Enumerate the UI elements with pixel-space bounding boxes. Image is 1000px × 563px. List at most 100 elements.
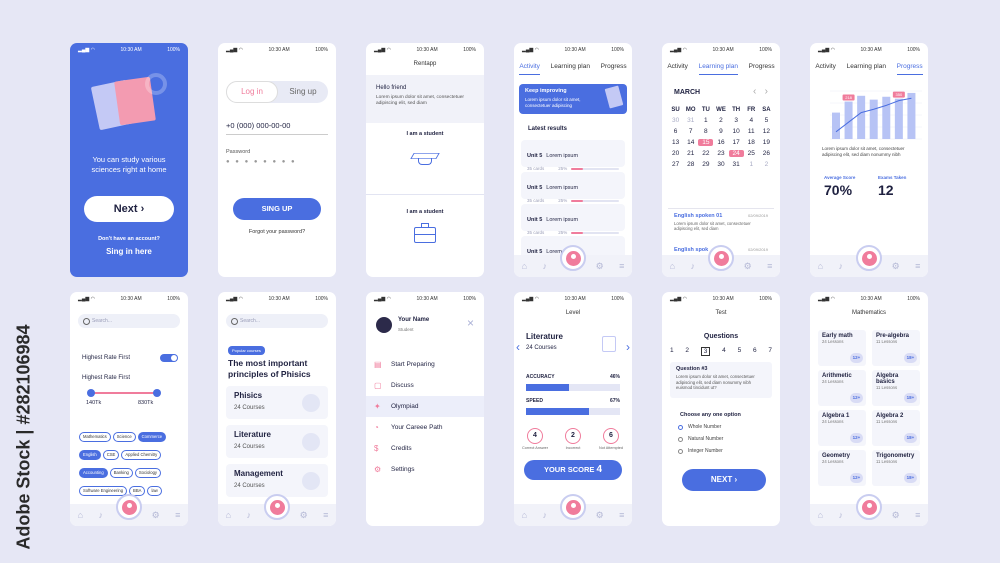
chevron-left-icon[interactable]: ‹ (516, 340, 520, 354)
calendar-day[interactable]: 6 (668, 128, 683, 135)
calendar-day[interactable]: 4 (744, 117, 759, 124)
calendar-day[interactable]: 23 (713, 150, 728, 157)
calendar-day[interactable]: 13 (668, 139, 683, 146)
avatar[interactable] (264, 494, 290, 520)
calendar-day[interactable]: 30 (713, 161, 728, 168)
question-number[interactable]: 5 (738, 347, 742, 356)
answer-option[interactable]: Integer Number (678, 448, 780, 454)
chevron-right-icon[interactable]: › (765, 86, 768, 97)
settings-icon[interactable]: ⚙ (300, 510, 308, 521)
calendar-day[interactable]: 17 (729, 139, 744, 146)
tab-signup[interactable]: Sing up (278, 81, 328, 103)
menu-icon[interactable]: ≡ (915, 261, 920, 271)
filter-chip[interactable]: Science (112, 431, 136, 442)
calendar-day[interactable]: 28 (683, 161, 698, 168)
math-topic-card[interactable]: Pre-algebra 11 Lessons 18+ (872, 330, 920, 366)
avatar[interactable] (560, 494, 586, 520)
settings-icon[interactable]: ⚙ (596, 510, 604, 521)
calendar-day[interactable]: 31 (683, 117, 698, 124)
bell-icon[interactable]: ♪ (246, 510, 251, 520)
chevron-left-icon[interactable]: ‹ (753, 86, 756, 97)
menu-icon[interactable]: ≡ (915, 510, 920, 520)
graduation-cap-icon[interactable]: ⌂ (226, 510, 231, 520)
menu-item[interactable]: ✦ Olympiad (366, 396, 484, 417)
menu-item[interactable]: ▢ Discuss (366, 375, 484, 396)
answer-option[interactable]: Natural Number (678, 436, 780, 442)
math-topic-card[interactable]: Algebra 2 11 Lessons 18+ (872, 410, 920, 446)
filter-chip[interactable]: Accounting (79, 467, 108, 478)
math-topic-card[interactable]: Arithmetic 24 Lessons 12+ (818, 370, 866, 406)
calendar-day[interactable]: 30 (668, 117, 683, 124)
tab-learning-plan[interactable]: Learning plan (698, 63, 738, 75)
tab-progress[interactable]: Progress (601, 63, 627, 75)
calendar-day[interactable]: 5 (759, 117, 774, 124)
bell-icon[interactable]: ♪ (690, 261, 695, 271)
filter-chip[interactable]: Commerce (137, 431, 167, 442)
calendar-day[interactable]: 11 (744, 128, 759, 135)
settings-icon[interactable]: ⚙ (596, 261, 604, 272)
avatar[interactable] (116, 494, 142, 520)
menu-item[interactable]: ◔ Your Careee Path (366, 417, 484, 438)
calendar-day[interactable]: 1 (744, 161, 759, 168)
search-input[interactable]: Search... (78, 314, 180, 328)
tab-login[interactable]: Log in (226, 81, 278, 103)
calendar-day[interactable]: 31 (729, 161, 744, 168)
filter-chip[interactable]: Applied Chemitry (121, 449, 162, 460)
calendar-day[interactable]: 24 (728, 150, 744, 157)
next-button[interactable]: Next › (84, 196, 174, 222)
calendar-day[interactable]: 3 (729, 117, 744, 124)
calendar-day[interactable]: 27 (668, 161, 683, 168)
toggle-switch[interactable] (160, 354, 178, 362)
next-button[interactable]: NEXT › (682, 469, 766, 491)
calendar-day[interactable]: 26 (759, 150, 774, 157)
menu-item[interactable]: $ Credits (366, 438, 484, 459)
password-field[interactable]: ● ● ● ● ● ● ● ● (226, 159, 297, 165)
math-topic-card[interactable]: Early math 24 Lessons 12+ (818, 330, 866, 366)
avatar[interactable] (560, 245, 586, 271)
question-number[interactable]: 1 (670, 347, 674, 356)
avatar[interactable] (856, 245, 882, 271)
bell-icon[interactable]: ♪ (838, 510, 843, 520)
unit-card[interactable]: Unit 5Lorem ipsum35 cards25% (521, 204, 625, 235)
settings-icon[interactable]: ⚙ (744, 261, 752, 272)
student-option-2[interactable]: I am a student (366, 195, 484, 277)
calendar-day[interactable]: 9 (713, 128, 728, 135)
calendar-day[interactable]: 1 (698, 117, 713, 124)
unit-card[interactable]: Unit 5Lorem ipsum35 cards25% (521, 172, 625, 203)
question-number[interactable]: 6 (753, 347, 757, 356)
signup-button[interactable]: SING UP (233, 198, 321, 220)
keep-improving-banner[interactable]: Keep improving Lorem ipsum dolor sit ame… (519, 84, 627, 114)
graduation-cap-icon[interactable]: ⌂ (670, 261, 675, 271)
tab-activity[interactable]: Activity (667, 63, 688, 75)
radio-button[interactable] (678, 436, 683, 442)
filter-chip[interactable]: CSE (102, 449, 120, 460)
tab-progress[interactable]: Progress (896, 63, 923, 75)
answer-option[interactable]: Whole Number (678, 424, 780, 430)
bell-icon[interactable]: ♪ (542, 510, 547, 520)
graduation-cap-icon[interactable]: ⌂ (818, 261, 823, 271)
bell-icon[interactable]: ♪ (542, 261, 547, 271)
menu-icon[interactable]: ≡ (619, 510, 624, 520)
math-topic-card[interactable]: Trigonometry 11 Lessons 18+ (872, 450, 920, 486)
bell-icon[interactable]: ♪ (838, 261, 843, 271)
avatar[interactable] (708, 245, 734, 271)
math-topic-card[interactable]: Algebra 1 24 Lessons 12+ (818, 410, 866, 446)
filter-chip[interactable]: English (79, 449, 101, 460)
calendar-day[interactable]: 2 (759, 161, 774, 168)
calendar-day[interactable]: 2 (713, 117, 728, 124)
course-card[interactable]: Literature 24 Courses (226, 425, 328, 458)
menu-item[interactable]: ⚙ Settings (366, 459, 484, 480)
settings-icon[interactable]: ⚙ (152, 510, 160, 521)
calendar-day[interactable]: 19 (759, 139, 774, 146)
tab-progress[interactable]: Progress (749, 63, 775, 75)
calendar-day[interactable]: 10 (729, 128, 744, 135)
phone-field[interactable]: +0 (000) 000-00-00 (226, 121, 328, 135)
your-score-button[interactable]: YOUR SCORE 4 (524, 460, 622, 480)
calendar-day[interactable]: 12 (759, 128, 774, 135)
filter-chip[interactable]: Sociology (134, 467, 162, 478)
tab-activity[interactable]: Activity (815, 63, 836, 75)
radio-button[interactable] (678, 424, 683, 430)
course-card[interactable]: Phisics 24 Courses (226, 386, 328, 419)
calendar-day[interactable]: 18 (744, 139, 759, 146)
unit-card[interactable]: Unit 5Lorem ipsum35 cards25% (521, 140, 625, 171)
